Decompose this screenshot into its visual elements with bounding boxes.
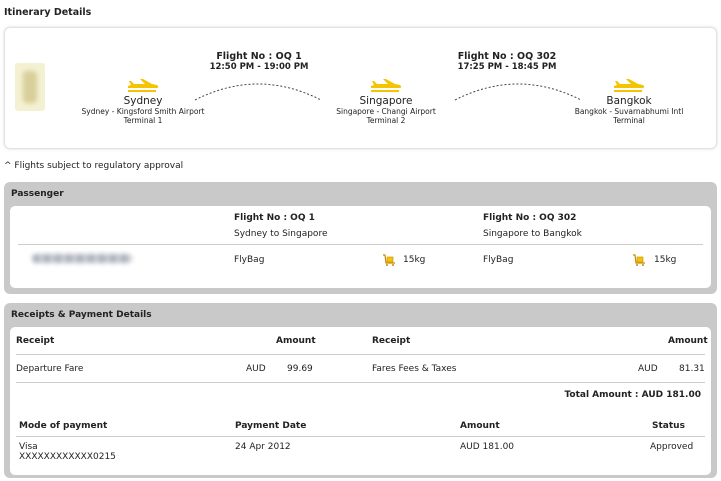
flight-1-info: Flight No : OQ 1 12:50 PM - 19:00 PM: [209, 51, 309, 72]
receipt-header-2: Receipt: [372, 336, 411, 346]
flybag-label-1: FlyBag: [234, 255, 265, 265]
itinerary-title: Itinerary Details: [4, 7, 92, 18]
receipt-item-1-label: Departure Fare: [16, 364, 84, 374]
payment-status-header: Status: [652, 421, 685, 431]
receipts-panel: Receipts & Payment Details Receipt Amoun…: [4, 303, 717, 478]
itinerary-box: Sydney Sydney - Kingsford Smith Airport …: [4, 27, 717, 149]
airline-logo: [15, 63, 45, 111]
passenger-divider: [18, 244, 703, 245]
receipt-header-1: Receipt: [16, 336, 55, 346]
receipts-divider-2: [16, 382, 705, 383]
flybag-weight-1: 15kg: [403, 255, 426, 265]
receipts-inner: Receipt Amount Receipt Amount Departure …: [10, 327, 711, 475]
payment-amount: AUD 181.00: [460, 442, 515, 452]
receipt-item-1-currency: AUD: [246, 364, 266, 374]
passenger-flight-1-route: Sydney to Singapore: [234, 229, 328, 239]
payment-mode-header: Mode of payment: [19, 421, 108, 431]
total-amount: Total Amount : AUD 181.00: [564, 390, 701, 400]
luggage-cart-icon: [383, 254, 395, 266]
luggage-cart-icon: [633, 254, 645, 266]
flybag-label-2: FlyBag: [483, 255, 514, 265]
passenger-flight-2-route: Singapore to Bangkok: [483, 229, 582, 239]
receipt-item-2-label: Fares Fees & Taxes: [372, 364, 457, 374]
receipt-item-2-currency: AUD: [638, 364, 658, 374]
amount-header-2: Amount: [668, 336, 708, 346]
passenger-flight-2-number: Flight No : OQ 302: [483, 213, 577, 223]
payment-divider: [16, 436, 705, 437]
plane-icon: [128, 79, 159, 92]
receipt-item-2-amount: 81.31: [679, 364, 705, 374]
plane-icon: [371, 79, 402, 92]
passenger-panel: Passenger Flight No : OQ 1 Sydney to Sin…: [4, 182, 717, 294]
payment-date-header: Payment Date: [235, 421, 307, 431]
payment-card-number: XXXXXXXXXXXX0215: [19, 452, 116, 462]
passenger-flight-1-number: Flight No : OQ 1: [234, 213, 315, 223]
amount-header-1: Amount: [276, 336, 316, 346]
flight-2-info: Flight No : OQ 302 17:25 PM - 18:45 PM: [457, 51, 557, 72]
passenger-title: Passenger: [11, 189, 64, 199]
city-bangkok: Bangkok Bangkok - Suvarnabhumi Intl Term…: [554, 79, 704, 125]
payment-mode: Visa: [19, 442, 38, 452]
payment-status: Approved: [650, 442, 694, 452]
flight-1-arc: [194, 83, 322, 101]
payment-date: 24 Apr 2012: [235, 442, 291, 452]
receipts-title: Receipts & Payment Details: [11, 310, 152, 320]
receipt-item-1-amount: 99.69: [287, 364, 313, 374]
plane-icon: [614, 79, 645, 92]
regulatory-note: ^ Flights subject to regulatory approval: [4, 161, 184, 171]
receipts-divider-1: [16, 354, 705, 355]
flybag-weight-2: 15kg: [654, 255, 677, 265]
city-singapore: Singapore Singapore - Changi Airport Ter…: [311, 79, 461, 125]
payment-amount-header: Amount: [460, 421, 500, 431]
passenger-name: [32, 254, 132, 263]
passenger-inner: Flight No : OQ 1 Sydney to Singapore Fli…: [10, 206, 711, 288]
